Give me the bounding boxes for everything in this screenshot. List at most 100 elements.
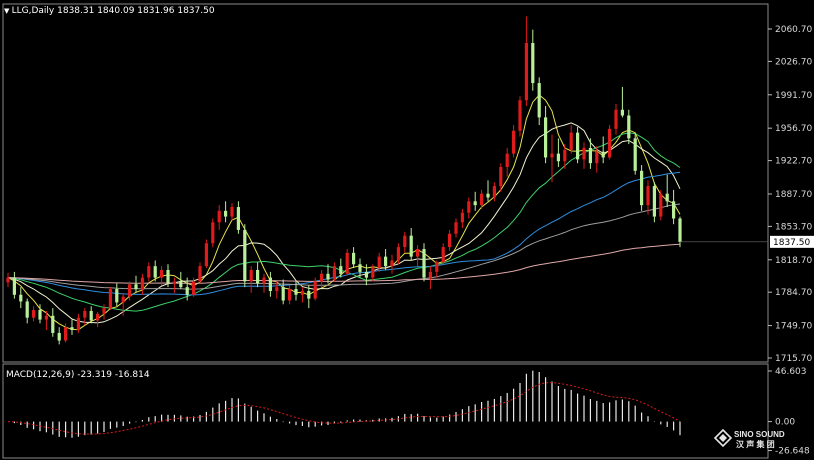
candle-body — [307, 290, 311, 299]
price-panel-border — [2, 3, 769, 363]
candle-body — [300, 290, 304, 295]
price-tick-label: 1715.70 — [775, 354, 812, 364]
last-price-label: 1837.50 — [773, 238, 810, 248]
candle-body — [294, 289, 298, 295]
symbol-title: LLG,Daily — [12, 6, 55, 16]
candle-body — [217, 210, 221, 223]
candle-body — [38, 310, 42, 320]
candle-body — [595, 151, 599, 164]
price-axis: 2060.70 2026.70 1991.70 1956.70 1922.70 1887.… — [680, 25, 814, 364]
candle-body — [473, 201, 477, 206]
candle-body — [128, 284, 132, 297]
candle-body — [512, 130, 516, 154]
price-tick-label: 1853.70 — [775, 222, 812, 232]
candle-body — [396, 247, 400, 261]
sino-sound-logo: SINO SOUND 汉 声 集 团 — [713, 428, 785, 449]
candle-body — [211, 222, 215, 244]
candle-body — [358, 264, 362, 272]
candle-body — [601, 151, 605, 158]
candle-body — [134, 284, 138, 290]
candle-body — [499, 166, 503, 187]
ma-line-120 — [7, 243, 681, 284]
candle-body — [492, 186, 496, 198]
candle-body — [416, 249, 420, 257]
candle-body — [89, 310, 93, 321]
price-tick-label: 2026.70 — [775, 57, 812, 67]
macd-panel[interactable] — [7, 370, 681, 438]
candle-body — [448, 233, 452, 248]
candle-body — [83, 310, 87, 318]
candle-body — [371, 268, 375, 278]
candle-body — [256, 269, 260, 284]
candle-body — [25, 301, 29, 318]
candle-body — [153, 266, 157, 278]
candle-body — [454, 222, 458, 234]
candle-body — [44, 315, 48, 320]
candle-body — [19, 294, 23, 302]
candle-body — [678, 218, 682, 242]
ma-line-60 — [7, 203, 681, 290]
candle-body — [345, 252, 349, 274]
candle-body — [339, 266, 343, 274]
price-tick-label: 1922.70 — [775, 157, 812, 167]
candle-body — [166, 269, 170, 284]
candle-body — [332, 266, 336, 280]
candle-body — [243, 229, 247, 282]
candle-body — [505, 153, 509, 167]
candle-body — [537, 83, 541, 118]
candle-body — [179, 281, 183, 288]
watermark-line1: SINO SOUND — [734, 430, 785, 439]
svg-text:▼ LLG,Daily 1838.31 1840.09 18: ▼ LLG,Daily 1838.31 1840.09 1831.96 1837… — [4, 6, 215, 16]
candle-body — [486, 193, 490, 198]
macd-signal-line — [7, 382, 681, 435]
price-panel[interactable] — [6, 16, 682, 345]
candle-body — [102, 308, 106, 314]
candle-body — [377, 256, 381, 269]
candle-body — [172, 281, 176, 284]
candle-body — [198, 266, 202, 282]
price-tick-label: 1818.70 — [775, 256, 812, 266]
candle-body — [608, 128, 612, 158]
candle-body — [326, 273, 330, 280]
signal-line — [7, 382, 681, 435]
candle-body — [275, 287, 279, 291]
macd-tick-label: 46.603 — [775, 367, 807, 377]
candle-body — [352, 252, 356, 265]
candle-body — [422, 249, 426, 278]
candle-body — [268, 277, 272, 291]
candle-body — [627, 115, 631, 139]
price-tick-label: 1887.70 — [775, 190, 812, 200]
candle-body — [435, 262, 439, 272]
candle-body — [441, 247, 445, 263]
candle-body — [140, 277, 144, 290]
candle-body — [96, 313, 100, 321]
candle-body — [70, 327, 74, 331]
candle-body — [467, 201, 471, 213]
candle-body — [185, 287, 189, 295]
candle-body — [665, 193, 669, 202]
candle-body — [281, 287, 285, 301]
candle-body — [288, 289, 292, 301]
dropdown-arrow-icon[interactable]: ▼ — [4, 7, 12, 15]
macd-tick-label: 0.00 — [775, 418, 795, 428]
candle-body — [480, 193, 484, 206]
macd-histogram — [13, 370, 681, 438]
candle-body — [633, 138, 637, 171]
candle-body — [672, 201, 676, 219]
candle-body — [12, 277, 16, 295]
candle-body — [384, 256, 388, 267]
candlesticks — [6, 16, 682, 345]
macd-tick-label: -26.648 — [775, 447, 810, 457]
candle-body — [556, 153, 560, 162]
candle-body — [57, 332, 61, 341]
candle-body — [646, 186, 650, 206]
candle-body — [390, 260, 394, 267]
price-tick-label: 2060.70 — [775, 25, 812, 35]
candle-body — [313, 281, 317, 299]
chart-frame — [2, 3, 769, 459]
chart-svg: 2060.70 2026.70 1991.70 1956.70 1922.70 1887.… — [2, 3, 814, 459]
macd-title: MACD(12,26,9) -23.319 -16.814 — [6, 370, 150, 380]
candle-body — [544, 117, 548, 158]
candle-body — [403, 235, 407, 248]
candle-body — [64, 327, 68, 341]
